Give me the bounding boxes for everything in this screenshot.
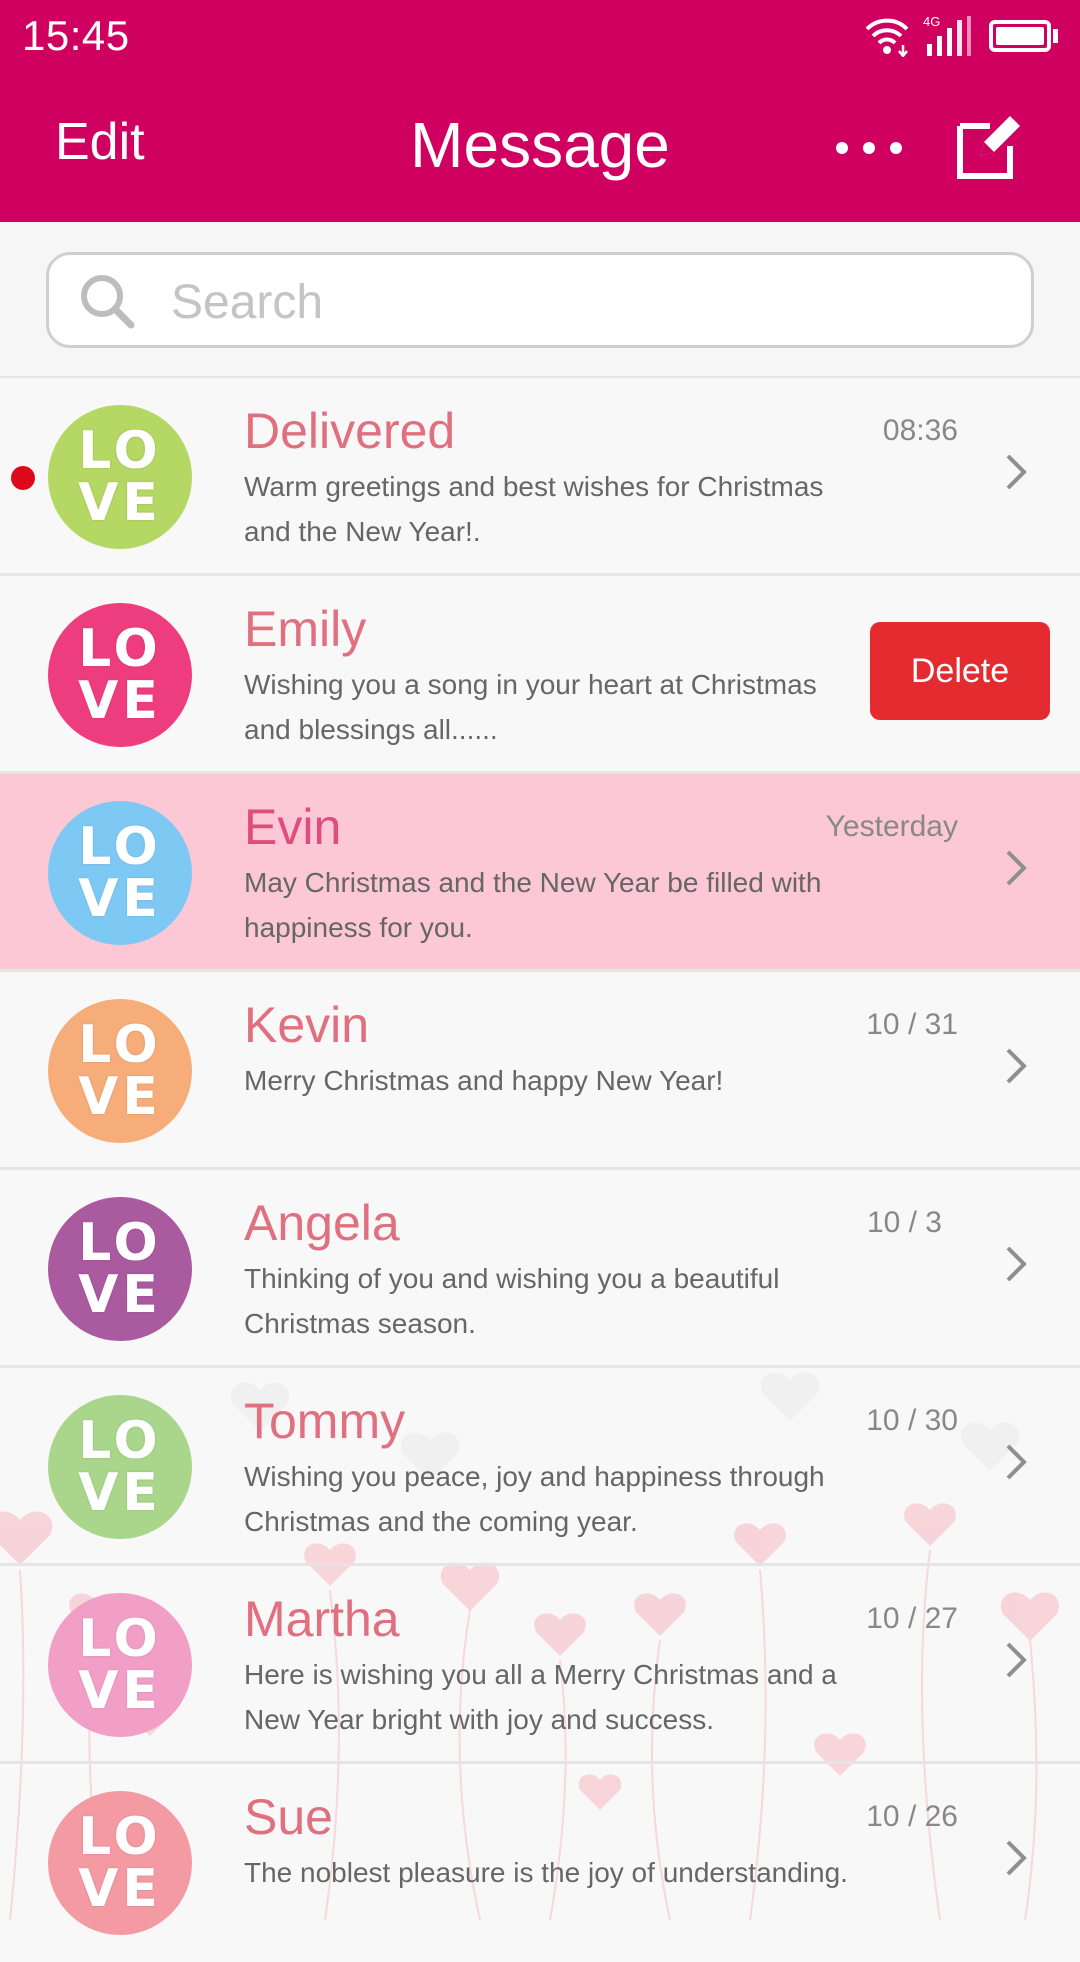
avatar-text-bottom: VE <box>78 1067 162 1127</box>
avatar: LO VE <box>48 801 192 945</box>
avatar: LO VE <box>48 1593 192 1737</box>
conversation-row-selected[interactable]: LO VE Evin Yesterday May Christmas and t… <box>0 774 1080 972</box>
search-box[interactable] <box>46 252 1034 348</box>
contact-name: Angela <box>244 1195 400 1251</box>
avatar-text-bottom: VE <box>78 473 162 533</box>
battery-cap <box>1053 29 1058 43</box>
avatar-text-top: LO <box>78 1213 162 1273</box>
message-time: 08:36 <box>882 414 958 447</box>
chevron-right-icon <box>1006 1048 1027 1084</box>
conversation-list: LO VE Delivered 08:36 Warm greetings and… <box>0 378 1080 1962</box>
avatar: LO VE <box>48 603 192 747</box>
conversation-row[interactable]: LO VE Martha 10 / 27 Here is wishing you… <box>0 1566 1080 1764</box>
message-time: 10 / 27 <box>866 1602 958 1635</box>
message-time: Yesterday <box>825 810 958 843</box>
chevron-right-icon <box>1006 1246 1027 1282</box>
message-preview: Thinking of you and wishing you a beauti… <box>244 1263 780 1339</box>
avatar-text-top: LO <box>78 1411 162 1471</box>
conversation-row[interactable]: LO VE Delivered 08:36 Warm greetings and… <box>0 378 1080 576</box>
avatar-text-bottom: VE <box>78 1463 162 1523</box>
avatar-text-top: LO <box>78 817 162 877</box>
more-options-icon[interactable] <box>834 140 904 156</box>
conversation-row[interactable]: LO VE Angela 10 / 3 Thinking of you and … <box>0 1170 1080 1368</box>
avatar-text-bottom: VE <box>78 671 162 731</box>
search-bar <box>0 222 1080 378</box>
compose-icon[interactable] <box>952 112 1022 182</box>
message-preview: Warm greetings and best wishes for Chris… <box>244 471 824 547</box>
chevron-right-icon <box>1006 850 1027 886</box>
contact-name: Kevin <box>244 997 370 1053</box>
contact-name: Emily <box>244 601 367 657</box>
app-header: 15:45 4G Edit Message <box>0 0 1080 222</box>
message-preview: Merry Christmas and happy New Year! <box>244 1065 724 1096</box>
avatar-text-bottom: VE <box>78 1859 162 1919</box>
conversation-row[interactable]: LO VE Sue 10 / 26 The noblest pleasure i… <box>0 1764 1080 1962</box>
avatar-text-top: LO <box>78 1609 162 1669</box>
message-preview: The noblest pleasure is the joy of under… <box>244 1857 848 1888</box>
status-icons: 4G <box>863 12 1058 60</box>
message-time: 10 / 3 <box>866 1206 942 1239</box>
avatar: LO VE <box>48 1791 192 1935</box>
message-preview: Wishing you peace, joy and happiness thr… <box>244 1461 825 1537</box>
message-preview: May Christmas and the New Year be filled… <box>244 867 822 943</box>
message-time: 10 / 26 <box>866 1800 958 1833</box>
contact-name: Tommy <box>244 1393 406 1449</box>
chevron-right-icon <box>1006 454 1027 490</box>
avatar: LO VE <box>48 1395 192 1539</box>
message-preview: Here is wishing you all a Merry Christma… <box>244 1659 837 1735</box>
message-time: 10 / 31 <box>866 1008 958 1041</box>
avatar-text-top: LO <box>78 1015 162 1075</box>
avatar-text-top: LO <box>78 619 162 679</box>
contact-name: Delivered <box>244 403 456 459</box>
cellular-signal-icon: 4G <box>923 14 977 58</box>
avatar: LO VE <box>48 405 192 549</box>
message-preview: Wishing you a song in your heart at Chri… <box>244 669 817 745</box>
avatar-text-top: LO <box>78 421 162 481</box>
battery-icon <box>989 20 1051 52</box>
avatar: LO VE <box>48 999 192 1143</box>
chevron-right-icon <box>1006 1444 1027 1480</box>
avatar-text-top: LO <box>78 1807 162 1867</box>
avatar-text-bottom: VE <box>78 869 162 929</box>
conversation-row[interactable]: LO VE Tommy 10 / 30 Wishing you peace, j… <box>0 1368 1080 1566</box>
contact-name: Martha <box>244 1591 400 1647</box>
unread-indicator <box>11 466 35 490</box>
edit-button[interactable]: Edit <box>55 112 145 172</box>
chevron-right-icon <box>1006 1642 1027 1678</box>
conversation-row[interactable]: LO VE Emily Wishing you a song in your h… <box>0 576 1080 774</box>
avatar-text-bottom: VE <box>78 1661 162 1721</box>
page-title: Message <box>410 109 670 181</box>
chevron-right-icon <box>1006 1840 1027 1876</box>
message-time: 10 / 30 <box>866 1404 958 1437</box>
contact-name: Sue <box>244 1789 333 1845</box>
wifi-icon <box>865 18 909 57</box>
avatar-text-bottom: VE <box>78 1265 162 1325</box>
status-time: 15:45 <box>22 12 130 59</box>
search-input[interactable] <box>169 269 993 335</box>
conversation-row[interactable]: LO VE Kevin 10 / 31 Merry Christmas and … <box>0 972 1080 1170</box>
delete-button[interactable]: Delete <box>870 622 1050 720</box>
search-icon <box>81 275 135 329</box>
contact-name: Evin <box>244 799 342 855</box>
avatar: LO VE <box>48 1197 192 1341</box>
